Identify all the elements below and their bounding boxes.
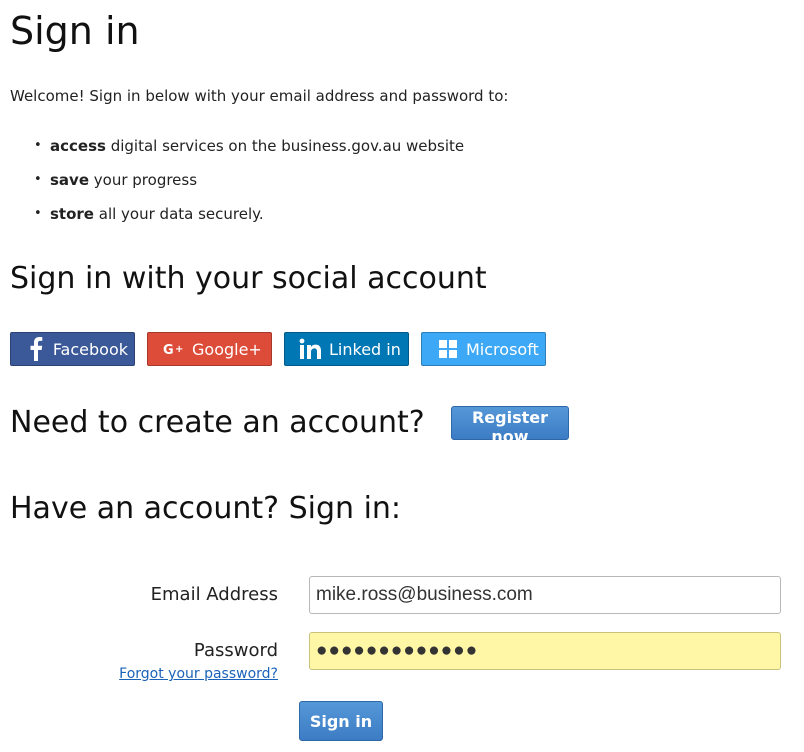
linkedin-icon [295, 338, 327, 360]
email-field[interactable] [309, 576, 781, 614]
linkedin-label: Linked in [329, 339, 401, 359]
social-signin-heading: Sign in with your social account [10, 261, 487, 296]
google-plus-icon: G + [158, 342, 190, 356]
facebook-signin-button[interactable]: Facebook [10, 332, 135, 366]
bullet-text: all your data securely. [93, 205, 264, 223]
password-field[interactable] [309, 632, 781, 670]
intro-text: Welcome! Sign in below with your email a… [10, 87, 509, 105]
page-title: Sign in [10, 9, 140, 53]
sign-in-button[interactable]: Sign in [299, 701, 383, 741]
facebook-label: Facebook [52, 339, 128, 359]
svg-text:+: + [175, 344, 183, 355]
google-plus-label: Google+ [192, 339, 262, 359]
signin-form-heading: Have an account? Sign in: [10, 491, 402, 526]
microsoft-signin-button[interactable]: Microsoft [421, 332, 546, 366]
microsoft-label: Microsoft [466, 339, 539, 359]
list-item: save your progress [34, 170, 464, 204]
password-label: Password [193, 640, 278, 661]
google-plus-signin-button[interactable]: G + Google+ [147, 332, 272, 366]
bullet-text: your progress [89, 171, 198, 189]
register-now-button[interactable]: Register now [451, 406, 569, 446]
benefits-list: access digital services on the business.… [34, 136, 464, 238]
bullet-keyword: save [50, 171, 90, 189]
svg-text:G: G [163, 343, 174, 356]
facebook-icon [21, 337, 51, 361]
list-item: store all your data securely. [34, 204, 464, 238]
forgot-password-link[interactable]: Forgot your password? [119, 666, 278, 682]
microsoft-icon [432, 340, 464, 358]
list-item: access digital services on the business.… [34, 136, 464, 170]
bullet-keyword: store [50, 205, 94, 223]
linkedin-signin-button[interactable]: Linked in [284, 332, 409, 366]
bullet-text: digital services on the business.gov.au … [105, 137, 465, 155]
create-account-heading: Need to create an account? [10, 405, 425, 440]
email-label: Email Address [150, 584, 278, 605]
bullet-keyword: access [50, 137, 106, 155]
